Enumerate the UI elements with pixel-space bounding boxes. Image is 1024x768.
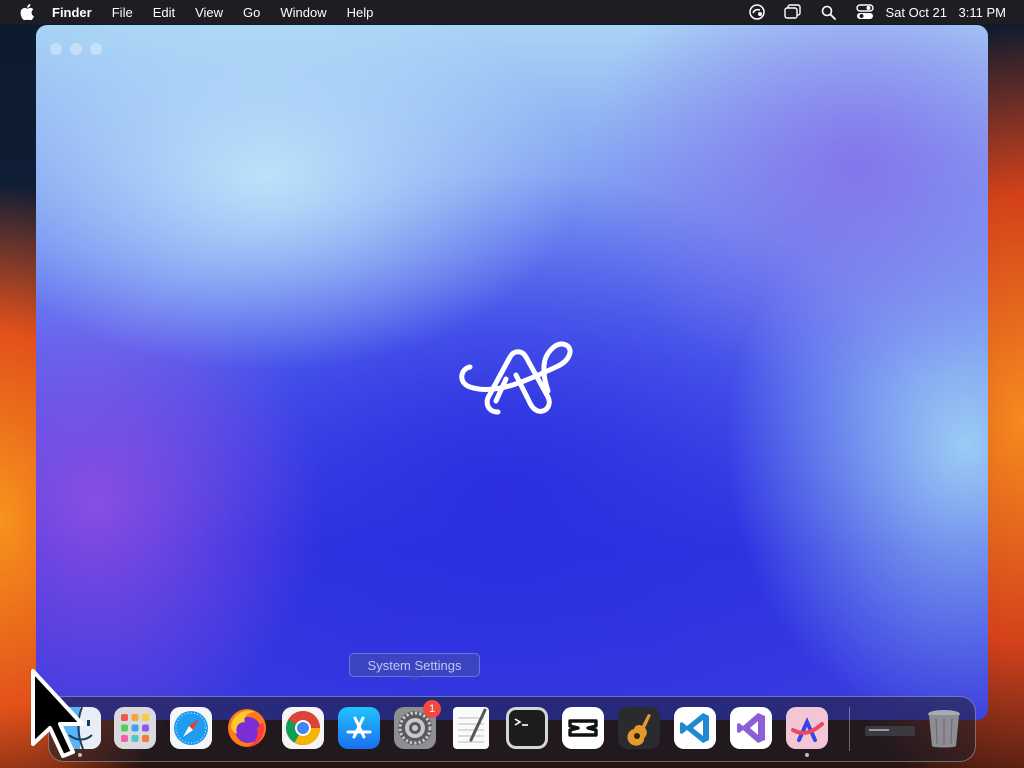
arc-icon[interactable] <box>785 706 829 757</box>
tooltip-arrow <box>409 676 421 682</box>
menu-bar-clock[interactable]: Sat Oct 21 3:11 PM <box>886 5 1007 20</box>
vscode-icon[interactable] <box>673 706 717 750</box>
window-icon[interactable] <box>783 3 802 21</box>
trash-icon[interactable] <box>922 706 966 750</box>
garageband-icon[interactable] <box>617 706 661 750</box>
safari-icon[interactable] <box>169 706 213 750</box>
close-button[interactable] <box>50 43 62 55</box>
minimize-button[interactable] <box>70 43 82 55</box>
capcut-icon[interactable] <box>561 706 605 750</box>
apple-menu-icon[interactable] <box>18 0 36 24</box>
menu-edit[interactable]: Edit <box>153 5 175 20</box>
firefox-icon[interactable] <box>225 706 269 750</box>
clock-time: 3:11 PM <box>958 4 1006 20</box>
running-indicator <box>805 753 809 757</box>
notification-badge: 1 <box>423 700 441 718</box>
menu-view[interactable]: View <box>195 5 223 20</box>
system-settings-icon[interactable]: 1 <box>393 700 441 750</box>
menu-go[interactable]: Go <box>243 5 260 20</box>
app-store-icon[interactable] <box>337 706 381 750</box>
dock-separator <box>849 707 850 751</box>
screen-share-icon[interactable] <box>748 3 766 21</box>
terminal-icon[interactable] <box>505 706 549 750</box>
app-window <box>36 25 988 720</box>
chrome-icon[interactable] <box>281 706 325 750</box>
mouse-pointer-icon <box>31 669 84 758</box>
dock-tooltip: System Settings <box>349 653 480 677</box>
downloads-stack-icon[interactable] <box>861 706 917 750</box>
dock: 1 <box>48 696 976 762</box>
search-icon[interactable] <box>820 3 838 21</box>
arc-logo-icon <box>459 341 573 415</box>
menu-bar-status-area: Sat Oct 21 3:11 PM <box>730 0 1007 24</box>
menu-bar: Finder File Edit View Go Window Help Sat… <box>0 0 1024 24</box>
menu-file[interactable]: File <box>112 5 133 20</box>
menu-help[interactable]: Help <box>347 5 374 20</box>
menu-app-name[interactable]: Finder <box>52 5 92 20</box>
control-center-icon[interactable] <box>855 3 874 21</box>
menu-window[interactable]: Window <box>280 5 326 20</box>
clock-date: Sat Oct 21 <box>885 4 947 20</box>
window-controls <box>50 43 110 55</box>
launchpad-icon[interactable] <box>113 706 157 750</box>
zoom-button[interactable] <box>90 43 102 55</box>
textedit-icon[interactable] <box>449 706 493 750</box>
visual-studio-icon[interactable] <box>729 706 773 750</box>
